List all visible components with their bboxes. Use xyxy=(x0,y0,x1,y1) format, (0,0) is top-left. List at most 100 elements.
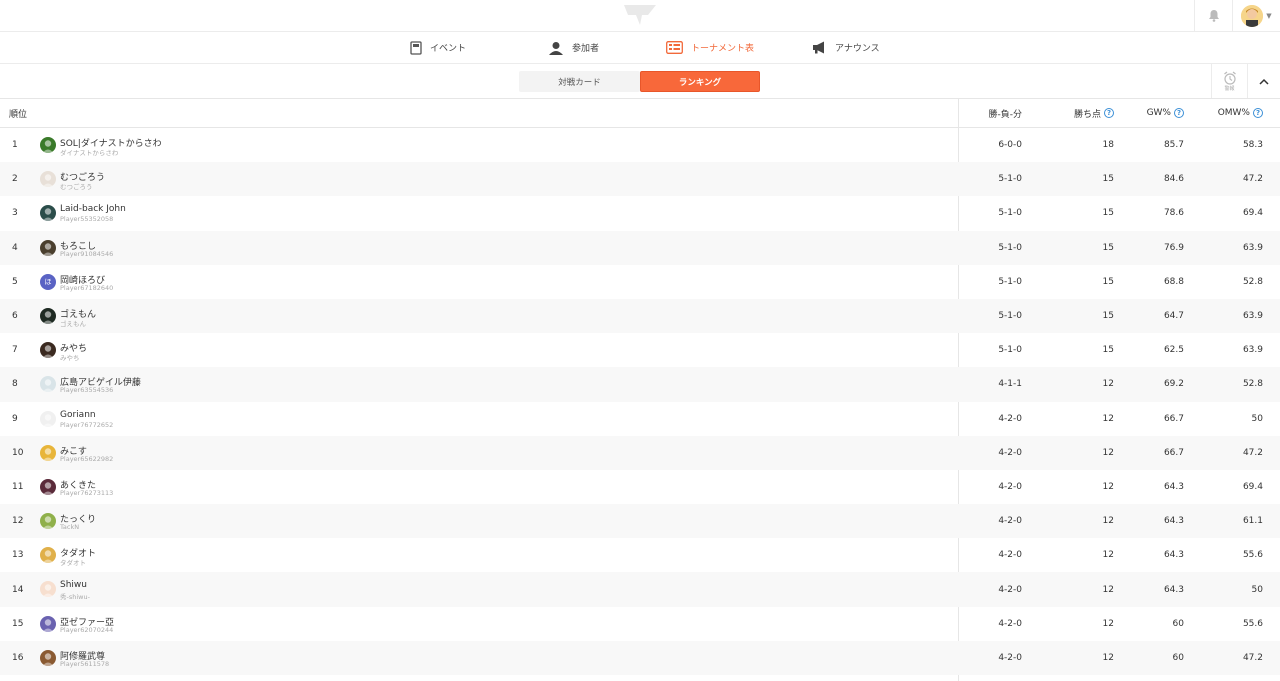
table-row[interactable]: 2 むつごろう むつごろう 5-1-0 15 84.6 47.2 xyxy=(0,162,1280,197)
tab-tournament[interactable]: トーナメント表 xyxy=(666,32,754,63)
tab-announce[interactable]: アナウンス xyxy=(812,32,880,63)
gw-cell: 66.7 xyxy=(1163,413,1184,424)
megaphone-icon xyxy=(813,41,824,54)
help-icon[interactable]: ? xyxy=(1174,108,1184,118)
bracket-icon xyxy=(666,41,683,54)
table-row[interactable]: 3 Laid-back John Player55352058 5-1-0 15 78.6… xyxy=(0,196,1280,230)
avatar xyxy=(1241,4,1264,27)
table-row[interactable]: 16 阿修羅武尊 Player5611578 4-2-0 12 60 47.2 xyxy=(0,640,1280,675)
header-record: 勝-負-分 xyxy=(960,99,1023,127)
table-row[interactable]: 8 広島アビゲイル伊藤 Player63554536 4-1-1 12 69.2 52.8 xyxy=(0,367,1280,402)
player-id: Player55352058 xyxy=(60,215,114,224)
rank-cell: 10 xyxy=(12,447,24,458)
table-row[interactable]: 13 タダオト タダオト 4-2-0 12 64.3 55.6 xyxy=(0,538,1280,572)
table-row[interactable]: 6 ゴえもん ゴえもん 5-1-0 15 64.7 63.9 xyxy=(0,298,1280,334)
tab-participants[interactable]: 参加者 xyxy=(548,32,599,63)
table-row[interactable]: 9 Goriann Player76772652 4-2-0 12 66.7 50 xyxy=(0,402,1280,436)
match-card-tab[interactable]: 対戦カード xyxy=(519,71,640,92)
player-avatar xyxy=(40,376,56,393)
table-row[interactable]: 11 あくきた Player76273113 4-2-0 12 64.3 69.4 xyxy=(0,470,1280,504)
omw-cell: 58.3 xyxy=(1242,140,1263,151)
player-avatar xyxy=(40,478,56,495)
points-cell: 15 xyxy=(1102,345,1114,356)
user-menu[interactable]: ▼ xyxy=(1232,0,1280,31)
table-row[interactable]: 12 たっくり TackN 4-2-0 12 64.3 61.1 xyxy=(0,504,1280,539)
table-body: 1 SOL|ダイナストからさわ ダイナストからさわ 6-0-0 18 85.7 58.3 2 む… xyxy=(0,128,1280,675)
sub-tabs: 対戦カード ランキング 警報 xyxy=(0,64,1280,99)
omw-cell: 47.2 xyxy=(1242,652,1263,663)
omw-cell: 55.6 xyxy=(1242,550,1263,561)
player-avatar xyxy=(40,615,56,632)
omw-cell: 69.4 xyxy=(1242,481,1263,492)
player-avatar xyxy=(40,137,56,153)
points-cell: 12 xyxy=(1102,413,1114,424)
alarm-button[interactable]: 警報 xyxy=(1211,64,1247,98)
omw-cell: 55.6 xyxy=(1242,618,1263,629)
player-id: Player91084546 xyxy=(60,249,114,258)
rank-cell: 2 xyxy=(12,174,18,185)
gw-cell: 84.6 xyxy=(1163,174,1184,185)
gw-cell: 66.7 xyxy=(1163,447,1184,458)
tab-event[interactable]: イベント xyxy=(410,32,466,63)
player-avatar xyxy=(40,342,56,359)
gw-cell: 85.7 xyxy=(1163,140,1184,151)
notification-button[interactable] xyxy=(1194,0,1232,31)
player-id: Player65622982 xyxy=(60,454,114,463)
omw-cell: 63.9 xyxy=(1242,311,1263,322)
top-header: ▼ xyxy=(0,0,1280,32)
player-name: Goriann xyxy=(60,409,96,420)
chevron-up-icon xyxy=(1259,78,1269,85)
rank-cell: 4 xyxy=(12,242,18,253)
app-logo[interactable] xyxy=(622,3,658,27)
record-cell: 4-2-0 xyxy=(998,584,1022,595)
help-icon[interactable]: ? xyxy=(1104,108,1114,118)
rank-cell: 8 xyxy=(12,379,18,390)
player-avatar xyxy=(40,513,56,530)
bell-icon xyxy=(1208,10,1219,22)
gw-cell: 62.5 xyxy=(1163,345,1184,356)
player-id: Player67182640 xyxy=(60,283,114,292)
gw-cell: 78.6 xyxy=(1163,208,1184,219)
omw-cell: 50 xyxy=(1251,413,1263,424)
player-avatar xyxy=(40,307,56,324)
player-id: むつごろう xyxy=(60,183,93,192)
table-header: 順位 勝-負-分 勝ち点 ? GW% ? OMW% ? xyxy=(0,99,1280,128)
chevron-down-icon: ▼ xyxy=(1266,11,1272,20)
record-cell: 4-2-0 xyxy=(998,652,1022,663)
tab-event-label: イベント xyxy=(430,44,467,54)
player-id: TackN xyxy=(60,523,80,532)
help-icon[interactable]: ? xyxy=(1253,108,1263,118)
gw-cell: 64.3 xyxy=(1163,516,1184,527)
points-cell: 15 xyxy=(1102,242,1114,253)
table-row[interactable]: 1 SOL|ダイナストからさわ ダイナストからさわ 6-0-0 18 85.7 58.3 xyxy=(0,128,1280,162)
rank-cell: 11 xyxy=(12,481,24,492)
header-points-label: 勝ち点 xyxy=(1073,109,1101,120)
omw-cell: 63.9 xyxy=(1242,242,1263,253)
table-row[interactable]: 4 もろこし Player91084546 5-1-0 15 76.9 63.9 xyxy=(0,230,1280,265)
points-cell: 12 xyxy=(1102,550,1114,561)
player-id: Player76772652 xyxy=(60,420,114,429)
table-row[interactable]: 14 Shiwu 秀-shiwu- 4-2-0 12 64.3 50 xyxy=(0,572,1280,607)
record-cell: 5-1-0 xyxy=(998,208,1022,219)
table-row[interactable]: 10 みこす Player65622982 4-2-0 12 66.7 47.2 xyxy=(0,435,1280,470)
player-id: ゴえもん xyxy=(60,319,86,328)
rank-cell: 6 xyxy=(12,311,18,322)
collapse-button[interactable] xyxy=(1247,64,1280,98)
ranking-table: 順位 勝-負-分 勝ち点 ? GW% ? OMW% ? 1 SOL|ダイナストから… xyxy=(0,99,1280,681)
table-row[interactable]: 15 亞ゼファー亞 Player62070244 4-2-0 12 60 55.6 xyxy=(0,607,1280,641)
gw-cell: 64.7 xyxy=(1163,311,1184,322)
player-avatar: ほ xyxy=(40,273,56,290)
points-cell: 15 xyxy=(1102,174,1114,185)
record-cell: 4-2-0 xyxy=(998,550,1022,561)
omw-cell: 63.9 xyxy=(1242,345,1263,356)
record-cell: 5-1-0 xyxy=(998,276,1022,287)
record-cell: 5-1-0 xyxy=(998,311,1022,322)
omw-cell: 47.2 xyxy=(1242,447,1263,458)
record-cell: 4-1-1 xyxy=(998,379,1022,390)
table-row[interactable]: 7 みやち みやち 5-1-0 15 62.5 63.9 xyxy=(0,333,1280,367)
tab-announce-label: アナウンス xyxy=(835,44,880,54)
rank-cell: 1 xyxy=(12,140,18,151)
ranking-tab[interactable]: ランキング xyxy=(640,71,760,92)
table-row[interactable]: 5 ほ岡崎ほろび Player67182640 5-1-0 15 68.8 52.8 xyxy=(0,265,1280,299)
player-id: Player62070244 xyxy=(60,625,114,634)
